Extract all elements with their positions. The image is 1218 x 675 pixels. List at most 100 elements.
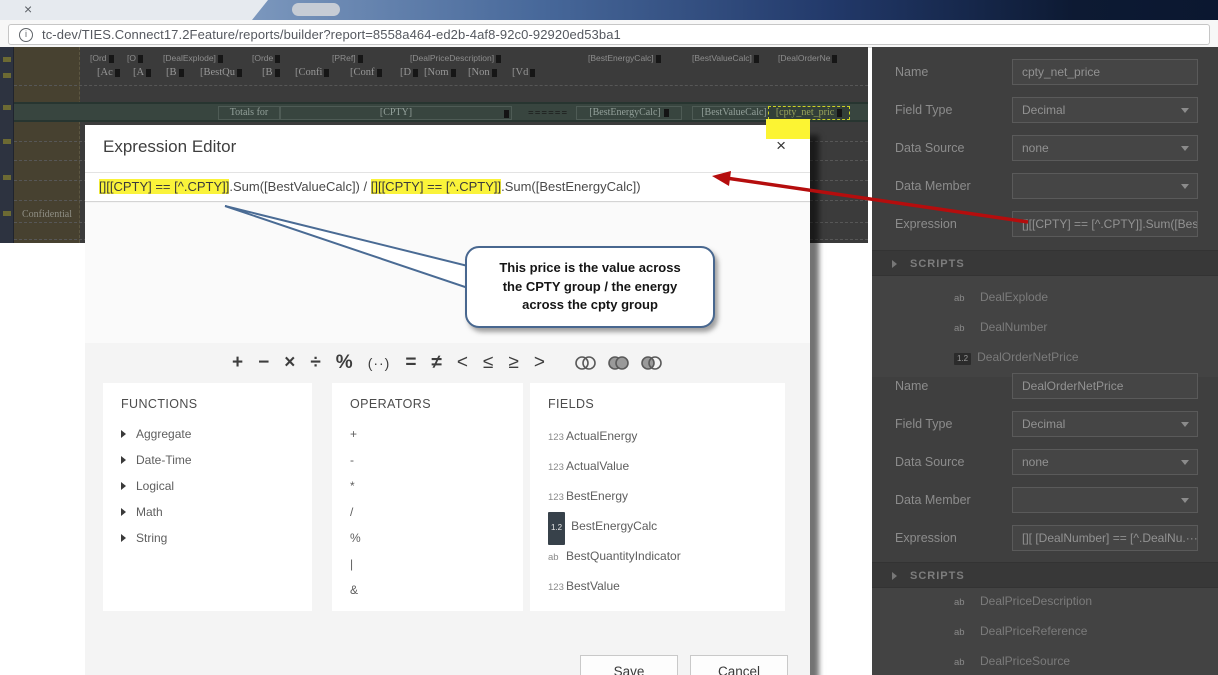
dropdown-arrow-icon (1181, 146, 1189, 151)
field-cell[interactable]: [Orde (252, 53, 280, 63)
operator-item[interactable]: % (332, 525, 523, 551)
greater-equal-button[interactable]: ≥ (508, 352, 518, 374)
address-bar[interactable]: i tc-dev/TIES.Connect17.2Feature/reports… (8, 24, 1210, 45)
operator-item[interactable]: + (332, 421, 523, 447)
field-cell[interactable]: [Vd (512, 67, 535, 78)
field-cell[interactable]: [Ac (97, 67, 120, 78)
cancel-button[interactable]: Cancel (690, 655, 788, 675)
expression-field[interactable]: [][ [DealNumber] == [^.DealNu.··· (1012, 525, 1198, 551)
less-than-button[interactable]: < (457, 352, 468, 374)
data-source-select[interactable]: none (1012, 449, 1198, 475)
script-item[interactable]: 1.2DealOrderNetPrice (954, 350, 1079, 365)
ruler-marker (3, 57, 11, 62)
field-item[interactable]: abBestQuantityIndicator (530, 541, 785, 571)
except-icon[interactable] (640, 355, 663, 371)
parentheses-button[interactable]: (··) (368, 355, 391, 371)
field-cell[interactable]: [DealExplode] (163, 53, 223, 63)
operator-item[interactable]: | (332, 551, 523, 577)
multiply-button[interactable]: × (284, 352, 295, 374)
totals-label-cell[interactable]: Totals for (218, 106, 280, 120)
operator-item[interactable]: - (332, 447, 523, 473)
field-cell[interactable]: [Conf (350, 67, 382, 78)
operator-item[interactable]: / (332, 499, 523, 525)
field-cell[interactable]: [DealOrderNe (778, 53, 837, 63)
field-chip-icon (664, 109, 669, 117)
field-cell[interactable]: [Non (468, 67, 497, 78)
expression-field[interactable]: [][[CPTY] == [^.CPTY]].Sum([Bes.··· (1012, 211, 1198, 237)
name-field[interactable]: DealOrderNetPrice (1012, 373, 1198, 399)
expression-input[interactable]: [][[CPTY] == [^.CPTY]].Sum([BestValueCal… (85, 172, 810, 202)
ruler-marker (3, 175, 11, 180)
field-cell[interactable]: [A (133, 67, 151, 78)
union-icon[interactable] (607, 355, 630, 371)
ruler-marker (3, 211, 11, 216)
data-member-select[interactable] (1012, 487, 1198, 513)
field-cell[interactable]: [B (166, 67, 184, 78)
field-type-select[interactable]: Decimal (1012, 97, 1198, 123)
separator-cell[interactable]: ====== (528, 108, 568, 119)
number-type-icon: 123 (548, 453, 566, 483)
field-item[interactable]: 123ActualValue (530, 451, 785, 481)
field-cell[interactable]: [Ord (90, 53, 114, 63)
intersect-icon[interactable] (574, 355, 597, 371)
field-cell[interactable]: [DealPriceDescription] (410, 53, 501, 63)
scripts-section-header[interactable]: SCRIPTS (872, 250, 1218, 276)
less-equal-button[interactable]: ≤ (483, 352, 493, 374)
field-chip-icon (504, 110, 509, 118)
divide-button[interactable]: ÷ (310, 352, 320, 374)
field-item[interactable]: 123BestEnergy (530, 481, 785, 511)
not-equals-button[interactable]: ≠ (431, 352, 441, 374)
function-category[interactable]: Math (103, 499, 312, 525)
field-cell[interactable]: [BestValueCalc] (692, 53, 759, 63)
function-category[interactable]: Logical (103, 473, 312, 499)
tab-strip: × (0, 0, 1218, 20)
field-item[interactable]: 123ActualEnergy (530, 421, 785, 451)
script-item[interactable]: abDealPriceSource (954, 654, 1070, 668)
field-cell[interactable]: [D (400, 67, 418, 78)
greater-than-button[interactable]: > (534, 352, 545, 374)
highlighted-expression-segment: [][[CPTY] == [^.CPTY]] (99, 179, 229, 194)
close-tab-icon[interactable]: × (24, 1, 32, 17)
data-source-select[interactable]: none (1012, 135, 1198, 161)
field-item[interactable]: 123BestValue (530, 571, 785, 601)
modulo-button[interactable]: % (336, 352, 353, 374)
data-member-select[interactable] (1012, 173, 1198, 199)
name-field[interactable]: cpty_net_price (1012, 59, 1198, 85)
properties-panel: Name cpty_net_price Field Type Decimal D… (872, 47, 1218, 675)
minus-button[interactable]: − (258, 352, 269, 374)
field-cell[interactable]: [BestQu (200, 67, 242, 78)
string-type-icon: ab (954, 597, 972, 608)
function-category[interactable]: String (103, 525, 312, 551)
field-cell[interactable]: [Confi (295, 67, 329, 78)
function-category[interactable]: Date-Time (103, 447, 312, 473)
best-energy-calc-cell[interactable]: [BestEnergyCalc] (576, 106, 682, 120)
script-item[interactable]: abDealExplode (954, 290, 1048, 304)
field-cell[interactable]: [PRef] (332, 53, 363, 63)
grid-line (14, 85, 868, 86)
page-info-icon[interactable]: i (19, 28, 33, 42)
field-type-select[interactable]: Decimal (1012, 411, 1198, 437)
field-cell[interactable]: [Nom (424, 67, 456, 78)
function-category[interactable]: Aggregate (103, 421, 312, 447)
field-item[interactable]: 1.2BestEnergyCalc (530, 511, 785, 541)
equals-button[interactable]: = (405, 352, 416, 374)
script-item[interactable]: abDealPriceDescription (954, 594, 1092, 608)
operator-item[interactable]: & (332, 577, 523, 603)
plus-button[interactable]: + (232, 352, 243, 374)
callout-bubble: This price is the value across the CPTY … (465, 246, 715, 328)
confidential-label[interactable]: Confidential (22, 209, 72, 220)
script-item[interactable]: abDealPriceReference (954, 624, 1087, 638)
operator-item[interactable]: * (332, 473, 523, 499)
browser-toolbar: i tc-dev/TIES.Connect17.2Feature/reports… (0, 20, 1218, 48)
background-tab[interactable] (252, 0, 1218, 20)
script-item[interactable]: abDealNumber (954, 320, 1047, 334)
close-icon[interactable]: × (776, 136, 786, 156)
field-cell[interactable]: [O (127, 53, 143, 63)
save-button[interactable]: Save (580, 655, 678, 675)
scripts-section-header[interactable]: SCRIPTS (872, 562, 1218, 588)
cpty-net-price-cell-selected[interactable]: [cpty_net_pric (768, 106, 850, 120)
string-type-icon: ab (954, 627, 972, 638)
field-cell[interactable]: [B (262, 67, 280, 78)
field-cell[interactable]: [BestEnergyCalc] (588, 53, 661, 63)
cpty-cell[interactable]: [CPTY] (280, 106, 512, 120)
